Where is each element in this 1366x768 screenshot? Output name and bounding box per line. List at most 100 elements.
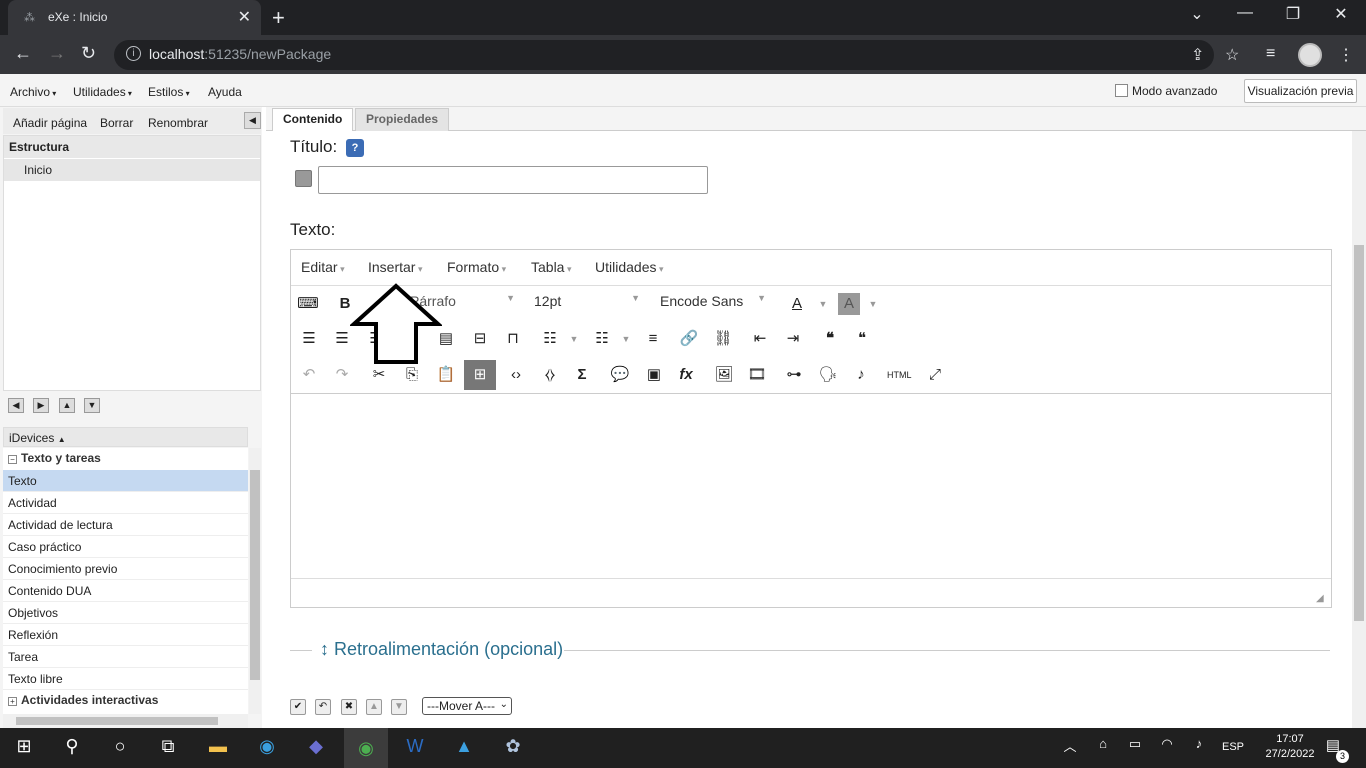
- move-down-icon[interactable]: ▼: [391, 699, 407, 715]
- tree-node-inicio[interactable]: Inicio: [4, 159, 260, 181]
- numbered-list-icon[interactable]: ☷: [591, 328, 613, 350]
- indent-icon[interactable]: ⇥: [782, 328, 804, 350]
- clear-format-icon[interactable]: ⊟: [469, 328, 491, 350]
- code-icon[interactable]: ‹›: [505, 364, 527, 386]
- html-icon[interactable]: HTML: [887, 364, 912, 386]
- keyboard-icon[interactable]: ⌨: [297, 293, 319, 315]
- word-icon[interactable]: W: [400, 736, 430, 757]
- unlink-icon[interactable]: ⛓: [712, 328, 734, 350]
- image-icon[interactable]: 🖼: [713, 364, 735, 386]
- undo-icon[interactable]: ↶: [298, 364, 320, 386]
- preview-button[interactable]: Visualización previa: [1244, 79, 1357, 103]
- editor-menu-editar[interactable]: Editar: [301, 259, 345, 275]
- mindmap-icon[interactable]: ⊶: [783, 364, 805, 386]
- editor-body[interactable]: [291, 393, 1331, 578]
- comment-icon[interactable]: 💬: [609, 364, 631, 386]
- clock[interactable]: 17:07 27/2/2022: [1262, 732, 1318, 762]
- main-scroll-thumb[interactable]: [1354, 245, 1364, 621]
- advanced-mode-checkbox[interactable]: [1115, 84, 1128, 97]
- delete-page-button[interactable]: Borrar: [100, 116, 133, 130]
- move-to-select[interactable]: ---Mover A--- ⌄: [422, 697, 512, 715]
- media-icon[interactable]: ≡: [1266, 45, 1275, 63]
- share-icon[interactable]: ⇪: [1191, 45, 1204, 65]
- delete-icon[interactable]: ✖: [341, 699, 357, 715]
- cut-icon[interactable]: ✂: [368, 364, 390, 386]
- teams-icon[interactable]: ◆: [301, 736, 331, 757]
- speech-icon[interactable]: 🗣: [817, 364, 839, 386]
- numbered-list-dropdown-icon[interactable]: ▼: [615, 328, 637, 350]
- sigma-icon[interactable]: Σ: [571, 364, 593, 386]
- window-icon[interactable]: ▣: [643, 364, 665, 386]
- move-up-icon[interactable]: ▲: [366, 699, 382, 715]
- idevice-item[interactable]: Objetivos: [3, 602, 248, 624]
- group-actividades-interactivas[interactable]: + Actividades interactivas: [3, 690, 248, 712]
- undo-changes-icon[interactable]: ↶: [315, 699, 331, 715]
- formula-icon[interactable]: fx: [675, 364, 697, 386]
- idevice-item[interactable]: Texto: [3, 470, 248, 492]
- language-indicator[interactable]: ESP: [1222, 741, 1244, 753]
- tab-propiedades[interactable]: Propiedades: [355, 108, 450, 131]
- menu-estilos[interactable]: Estilos: [148, 85, 190, 99]
- rename-page-button[interactable]: Renombrar: [148, 116, 208, 130]
- redo-icon[interactable]: ↷: [331, 364, 353, 386]
- tab-search-icon[interactable]: ⌄: [1174, 4, 1220, 24]
- fullscreen-icon[interactable]: ⤢: [924, 364, 946, 386]
- title-input[interactable]: [318, 166, 708, 194]
- minimize-icon[interactable]: —: [1222, 4, 1268, 22]
- font-family-select[interactable]: Encode Sans ▼: [660, 293, 766, 315]
- font-size-select[interactable]: 12pt ▼: [534, 293, 640, 315]
- chrome-icon[interactable]: ◉: [344, 728, 388, 768]
- format-painter-icon[interactable]: ⊓: [502, 328, 524, 350]
- move-right-icon[interactable]: ▶: [33, 398, 49, 413]
- restore-icon[interactable]: ❐: [1270, 4, 1316, 24]
- exe-app-icon[interactable]: ✿: [498, 736, 528, 757]
- move-down-icon[interactable]: ▼: [84, 398, 100, 413]
- paste-icon[interactable]: 📋: [435, 364, 457, 386]
- idevices-scroll-thumb[interactable]: [250, 470, 260, 680]
- editor-menu-utilidades[interactable]: Utilidades: [595, 259, 664, 275]
- align-left-icon[interactable]: ☰: [298, 328, 320, 350]
- tab-contenido[interactable]: Contenido: [272, 108, 354, 131]
- bullet-list-icon[interactable]: ☷: [539, 328, 561, 350]
- file-explorer-icon[interactable]: ▬: [203, 736, 233, 757]
- media-embed-icon[interactable]: 🎞: [746, 364, 768, 386]
- embed-code-icon[interactable]: ⧼⧽: [539, 364, 561, 386]
- idevice-item[interactable]: Tarea: [3, 646, 248, 668]
- paste-text-icon[interactable]: ⊞: [464, 360, 496, 390]
- background-color-icon[interactable]: A: [838, 293, 860, 315]
- move-left-icon[interactable]: ◀: [8, 398, 24, 413]
- reload-icon[interactable]: ↻: [81, 43, 96, 64]
- back-icon[interactable]: ←: [14, 43, 32, 64]
- resize-handle-icon[interactable]: ◢: [1316, 593, 1324, 604]
- show-hidden-icons[interactable]: ︿: [1055, 736, 1085, 755]
- idevice-item[interactable]: Caso práctico: [3, 536, 248, 558]
- idevice-item[interactable]: Actividad de lectura: [3, 514, 248, 536]
- idevices-header[interactable]: iDevices ▲: [3, 427, 248, 447]
- idevice-item[interactable]: Texto libre: [3, 668, 248, 690]
- idevice-item[interactable]: Actividad: [3, 492, 248, 514]
- help-icon[interactable]: ?: [346, 139, 364, 157]
- idevice-item[interactable]: Reflexión: [3, 624, 248, 646]
- advanced-mode-toggle[interactable]: Modo avanzado: [1115, 84, 1217, 98]
- bg-color-dropdown-icon[interactable]: ▼: [862, 293, 884, 315]
- edge-icon[interactable]: ◉: [252, 736, 282, 757]
- search-icon[interactable]: ⚲: [57, 736, 87, 757]
- menu-archivo[interactable]: Archivo: [10, 85, 56, 99]
- close-tab-icon[interactable]: ✕: [238, 7, 251, 27]
- wifi-icon[interactable]: ◠: [1152, 736, 1182, 752]
- meet-now-icon[interactable]: ⌂: [1088, 736, 1118, 751]
- add-page-button[interactable]: Añadir página: [13, 116, 87, 130]
- cortana-icon[interactable]: ○: [105, 736, 135, 757]
- definition-list-icon[interactable]: ≡: [642, 328, 664, 350]
- idevice-item[interactable]: Conocimiento previo: [3, 558, 248, 580]
- omnibox[interactable]: i localhost:51235/newPackage: [114, 40, 1214, 70]
- editor-menu-insertar[interactable]: Insertar: [368, 259, 423, 275]
- editor-menu-tabla[interactable]: Tabla: [531, 259, 572, 275]
- link-icon[interactable]: 🔗: [678, 328, 700, 350]
- info-icon[interactable]: i: [126, 46, 141, 61]
- text-color-dropdown-icon[interactable]: ▼: [812, 293, 834, 315]
- title-options-icon[interactable]: [295, 170, 312, 187]
- music-icon[interactable]: ♪: [850, 364, 872, 386]
- blockquote-icon[interactable]: ❝: [819, 328, 841, 350]
- battery-icon[interactable]: ▭: [1120, 736, 1150, 752]
